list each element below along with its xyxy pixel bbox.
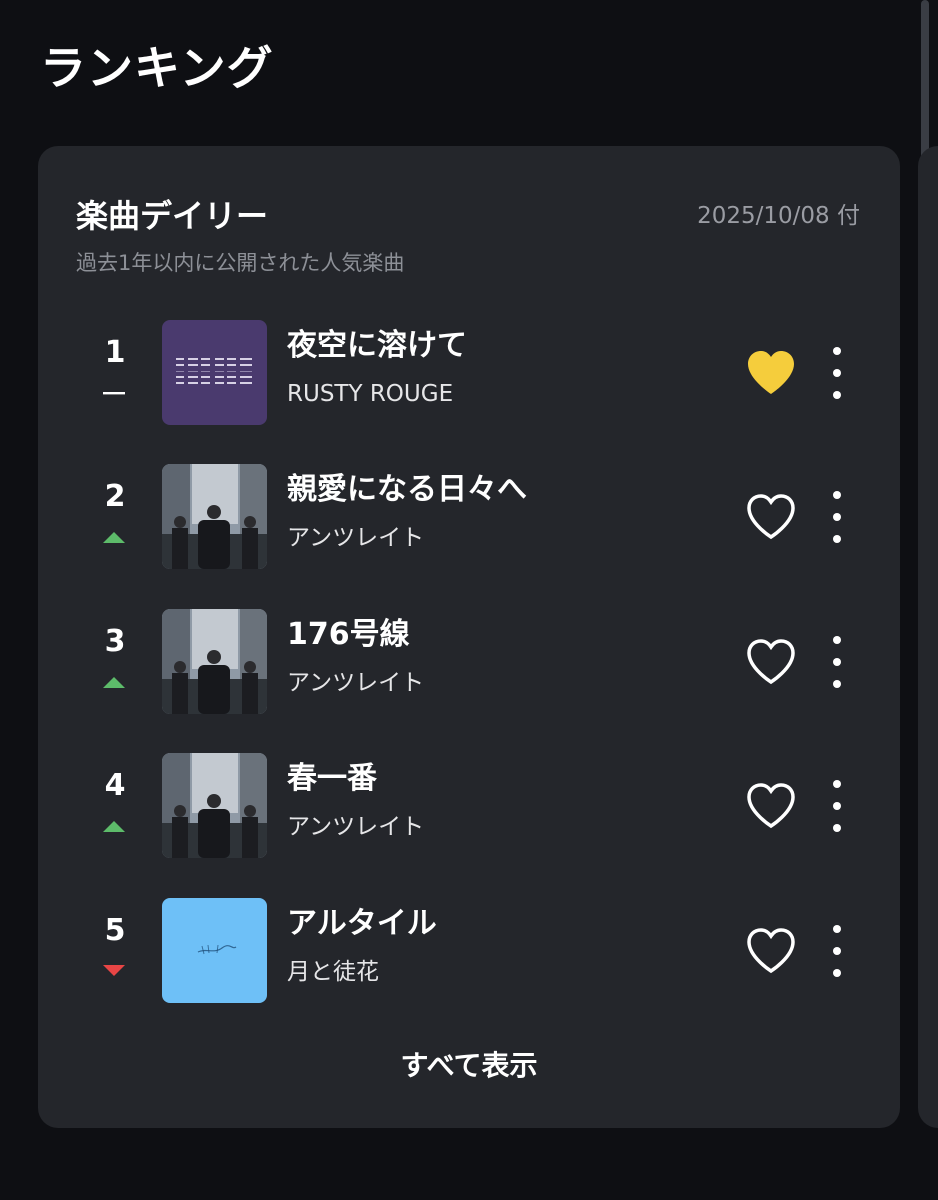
song-row[interactable]: 5 アルタイル 月と徒花 [38,898,900,1004]
more-vertical-icon[interactable] [822,346,852,400]
rank-number: 2 [104,479,126,514]
heart-outline-icon[interactable] [744,492,798,542]
song-title[interactable]: 春一番 [287,759,377,799]
trend-up-icon [103,821,125,832]
rank-number: 4 [104,768,126,803]
artist-name[interactable]: アンツレイト [287,522,424,554]
song-row[interactable]: 2 親愛になる日々へ アンツレイト [38,464,900,570]
artist-name[interactable]: RUSTY ROUGE [287,378,453,410]
trend-down-icon [103,965,125,976]
song-row[interactable]: 3 176号線 アンツレイト [38,609,900,715]
song-title[interactable]: 親愛になる日々へ [287,470,527,510]
artist-name[interactable]: アンツレイト [287,667,424,699]
page-title: ランキング [40,41,274,95]
heart-filled-icon[interactable] [744,348,798,398]
album-art[interactable] [162,464,267,569]
more-vertical-icon[interactable] [822,635,852,689]
more-vertical-icon[interactable] [822,779,852,833]
song-row[interactable]: 1 夜空に溶けて RUSTY ROUGE [38,320,900,426]
album-art[interactable] [162,320,267,425]
trend-up-icon [103,677,125,688]
ranking-date: 2025/10/08 付 [697,203,860,229]
next-ranking-card-peek[interactable] [918,146,938,1128]
artist-name[interactable]: アンツレイト [287,811,424,843]
more-vertical-icon[interactable] [822,924,852,978]
song-row[interactable]: 4 春一番 アンツレイト [38,753,900,859]
album-art[interactable] [162,898,267,1003]
heart-outline-icon[interactable] [744,926,798,976]
card-subtitle: 過去1年以内に公開された人気楽曲 [76,251,405,275]
heart-outline-icon[interactable] [744,781,798,831]
song-title[interactable]: アルタイル [287,904,437,944]
song-title[interactable]: 夜空に溶けて [287,326,467,366]
rank-number: 1 [104,335,126,370]
ranking-card: 楽曲デイリー 2025/10/08 付 過去1年以内に公開された人気楽曲 1 夜… [38,146,900,1128]
artist-name[interactable]: 月と徒花 [287,956,379,988]
rank-number: 5 [104,913,126,948]
more-vertical-icon[interactable] [822,490,852,544]
trend-up-icon [103,532,125,543]
heart-outline-icon[interactable] [744,637,798,687]
trend-same-icon [103,392,125,395]
show-all-button[interactable]: すべて表示 [38,1046,900,1086]
card-title: 楽曲デイリー [76,197,269,235]
album-art[interactable] [162,609,267,714]
rank-number: 3 [104,624,126,659]
album-art[interactable] [162,753,267,858]
song-title[interactable]: 176号線 [287,615,410,655]
